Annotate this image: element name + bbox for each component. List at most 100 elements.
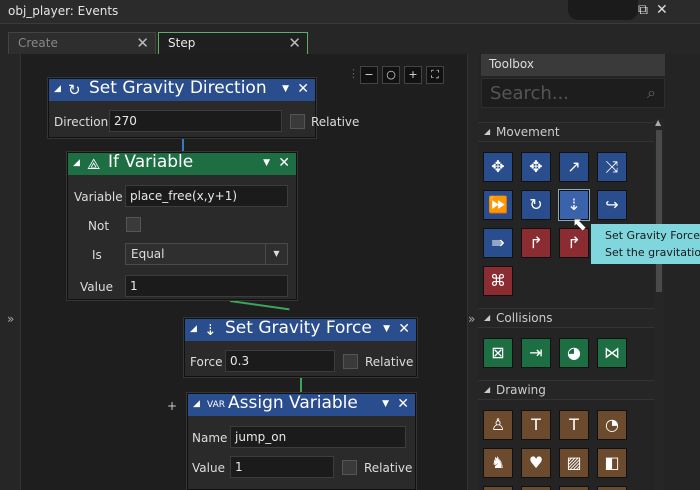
- block-title: If Variable: [108, 152, 194, 172]
- toolbar-grip-icon[interactable]: ⋮: [348, 66, 359, 84]
- is-select-value: Equal: [131, 247, 165, 261]
- collapse-arrow-icon[interactable]: ◢: [193, 399, 200, 409]
- block-header[interactable]: ◢ ⟁ If Variable ▼ ✕: [68, 152, 296, 175]
- block-menu-chevron-icon[interactable]: ▼: [263, 158, 270, 168]
- collapse-arrow-icon[interactable]: ◢: [73, 158, 80, 168]
- if-instances-collide-icon[interactable]: ⋈: [597, 338, 627, 368]
- block-header[interactable]: ◢ VAR Assign Variable ▼ ✕: [188, 393, 415, 416]
- restore-icon[interactable]: ⧉: [638, 2, 648, 18]
- if-object-at-icon[interactable]: ⇥: [521, 338, 551, 368]
- connector: [300, 377, 302, 393]
- set-gravity-force-block[interactable]: ◢ ⇣ Set Gravity Force ▼ ✕ Force 0.3 Rela…: [184, 318, 417, 377]
- draw-health-icon[interactable]: ◔: [597, 410, 627, 440]
- expand-left-icon[interactable]: »: [7, 312, 14, 326]
- toolbox-tile[interactable]: [597, 486, 627, 490]
- chevron-down-icon[interactable]: ▼: [265, 244, 287, 264]
- block-header[interactable]: ◢ ⇣ Set Gravity Force ▼ ✕: [185, 318, 416, 341]
- action-tooltip: Set Gravity Force Set the gravitational: [591, 224, 700, 264]
- search-input[interactable]: Search...: [490, 83, 569, 104]
- not-checkbox[interactable]: [126, 217, 141, 232]
- toolbox-collapse-strip[interactable]: »: [468, 54, 478, 490]
- draw-transformed-text-icon[interactable]: T: [559, 410, 589, 440]
- toolbox-tile[interactable]: [521, 486, 551, 490]
- close-tab-icon[interactable]: ✕: [136, 34, 149, 52]
- block-menu-chevron-icon[interactable]: ▼: [282, 84, 289, 94]
- draw-sprite-icon[interactable]: ♞: [483, 448, 513, 478]
- draw-gradient-icon[interactable]: ◧: [597, 448, 627, 478]
- draw-self-icon[interactable]: ♙: [483, 410, 513, 440]
- zoom-out-icon[interactable]: −: [360, 66, 378, 84]
- search-icon[interactable]: ⌕: [647, 83, 656, 103]
- connector: [182, 138, 184, 152]
- if-place-empty-icon[interactable]: ◕: [559, 338, 589, 368]
- block-header[interactable]: ◢ ↻ Set Gravity Direction ▼ ✕: [49, 78, 315, 101]
- move-contact-icon[interactable]: ⇛: [483, 228, 513, 258]
- zoom-reset-icon[interactable]: ○: [382, 66, 400, 84]
- name-input[interactable]: jump_on: [230, 426, 406, 448]
- is-select[interactable]: Equal ▼: [125, 243, 288, 265]
- move-towards-icon[interactable]: ↗: [559, 152, 589, 182]
- relative-checkbox[interactable]: [290, 114, 305, 129]
- close-tab-icon[interactable]: ✕: [288, 34, 301, 52]
- collapse-arrow-icon[interactable]: ◢: [484, 313, 490, 322]
- name-label: Name: [192, 431, 228, 445]
- relative-checkbox[interactable]: [342, 460, 357, 475]
- scrollbar-thumb[interactable]: [656, 130, 662, 292]
- collapse-arrow-icon[interactable]: ◢: [484, 385, 490, 394]
- add-action-icon[interactable]: +: [166, 400, 178, 412]
- variable-input[interactable]: place_free(x,y+1): [125, 185, 288, 207]
- section-label: Movement: [496, 125, 560, 139]
- section-drawing[interactable]: ◢ Drawing: [478, 380, 658, 400]
- expand-toolbox-icon[interactable]: »: [468, 312, 475, 326]
- block-close-icon[interactable]: ✕: [278, 155, 290, 171]
- jump-to-point-icon[interactable]: ✥: [483, 152, 513, 182]
- value-input[interactable]: 1: [125, 275, 288, 297]
- toolbox-search[interactable]: Search... ⌕: [481, 78, 665, 108]
- if-variable-block[interactable]: ◢ ⟁ If Variable ▼ ✕ Variable place_free(…: [67, 152, 297, 300]
- bounce-icon[interactable]: ↱: [521, 228, 551, 258]
- value-input[interactable]: 1: [230, 456, 334, 478]
- fit-screen-icon[interactable]: ⛶: [426, 66, 444, 84]
- tab-step-label: Step: [168, 36, 196, 50]
- block-close-icon[interactable]: ✕: [397, 396, 409, 412]
- force-input[interactable]: 0.3: [225, 350, 335, 372]
- set-direction-fixed-icon[interactable]: ✥: [521, 152, 551, 182]
- collapse-arrow-icon[interactable]: ◢: [484, 127, 490, 136]
- collapse-arrow-icon[interactable]: ◢: [190, 324, 197, 334]
- scroll-up-icon[interactable]: ▲: [655, 118, 661, 127]
- path-icon[interactable]: ⌘: [483, 266, 513, 296]
- set-speed-icon[interactable]: ⏩: [483, 190, 513, 220]
- section-movement[interactable]: ◢ Movement: [478, 122, 658, 142]
- block-menu-chevron-icon[interactable]: ▼: [382, 399, 389, 409]
- section-collisions[interactable]: ◢ Collisions: [478, 308, 658, 328]
- set-gravity-direction-icon[interactable]: ↻: [521, 190, 551, 220]
- close-icon[interactable]: ✕: [656, 2, 668, 18]
- section-label: Drawing: [496, 383, 546, 397]
- tab-create[interactable]: Create ✕: [8, 32, 156, 54]
- direction-input[interactable]: 270: [109, 110, 282, 132]
- toolbox-scrollbar[interactable]: ▲: [654, 118, 664, 490]
- variable-label: Variable: [74, 190, 123, 204]
- block-close-icon[interactable]: ✕: [398, 321, 410, 337]
- draw-rectangle-icon[interactable]: ▨: [559, 448, 589, 478]
- toolbox-tile[interactable]: [483, 486, 513, 490]
- set-gravity-direction-block[interactable]: ◢ ↻ Set Gravity Direction ▼ ✕ Direction …: [48, 78, 359, 138]
- zoom-toolbar: ⋮ − ○ + ⛶: [348, 66, 444, 86]
- set-direction-random-icon[interactable]: ⤨: [597, 152, 627, 182]
- draw-text-icon[interactable]: T: [521, 410, 551, 440]
- left-collapse-strip[interactable]: »: [0, 54, 20, 490]
- toolbox-tile[interactable]: [559, 486, 589, 490]
- toolbox-panel: Toolbox Search... ⌕ ◢ Movement ✥ ✥ ↗ ⤨ ⏩…: [478, 54, 700, 490]
- block-close-icon[interactable]: ✕: [297, 81, 309, 97]
- draw-lives-icon[interactable]: ♥: [521, 448, 551, 478]
- collapse-arrow-icon[interactable]: ◢: [54, 84, 61, 94]
- tab-step[interactable]: Step ✕: [158, 32, 308, 54]
- assign-variable-block[interactable]: ◢ VAR Assign Variable ▼ ✕ Name jump_on V…: [187, 393, 416, 490]
- relative-checkbox[interactable]: [343, 354, 358, 369]
- relative-label: Relative: [364, 461, 413, 475]
- if-collision-icon[interactable]: ⊠: [483, 338, 513, 368]
- zoom-in-icon[interactable]: +: [404, 66, 422, 84]
- block-menu-chevron-icon[interactable]: ▼: [383, 324, 390, 334]
- mouse-cursor-icon: ⬉: [572, 214, 588, 235]
- reverse-icon[interactable]: ↪: [597, 190, 627, 220]
